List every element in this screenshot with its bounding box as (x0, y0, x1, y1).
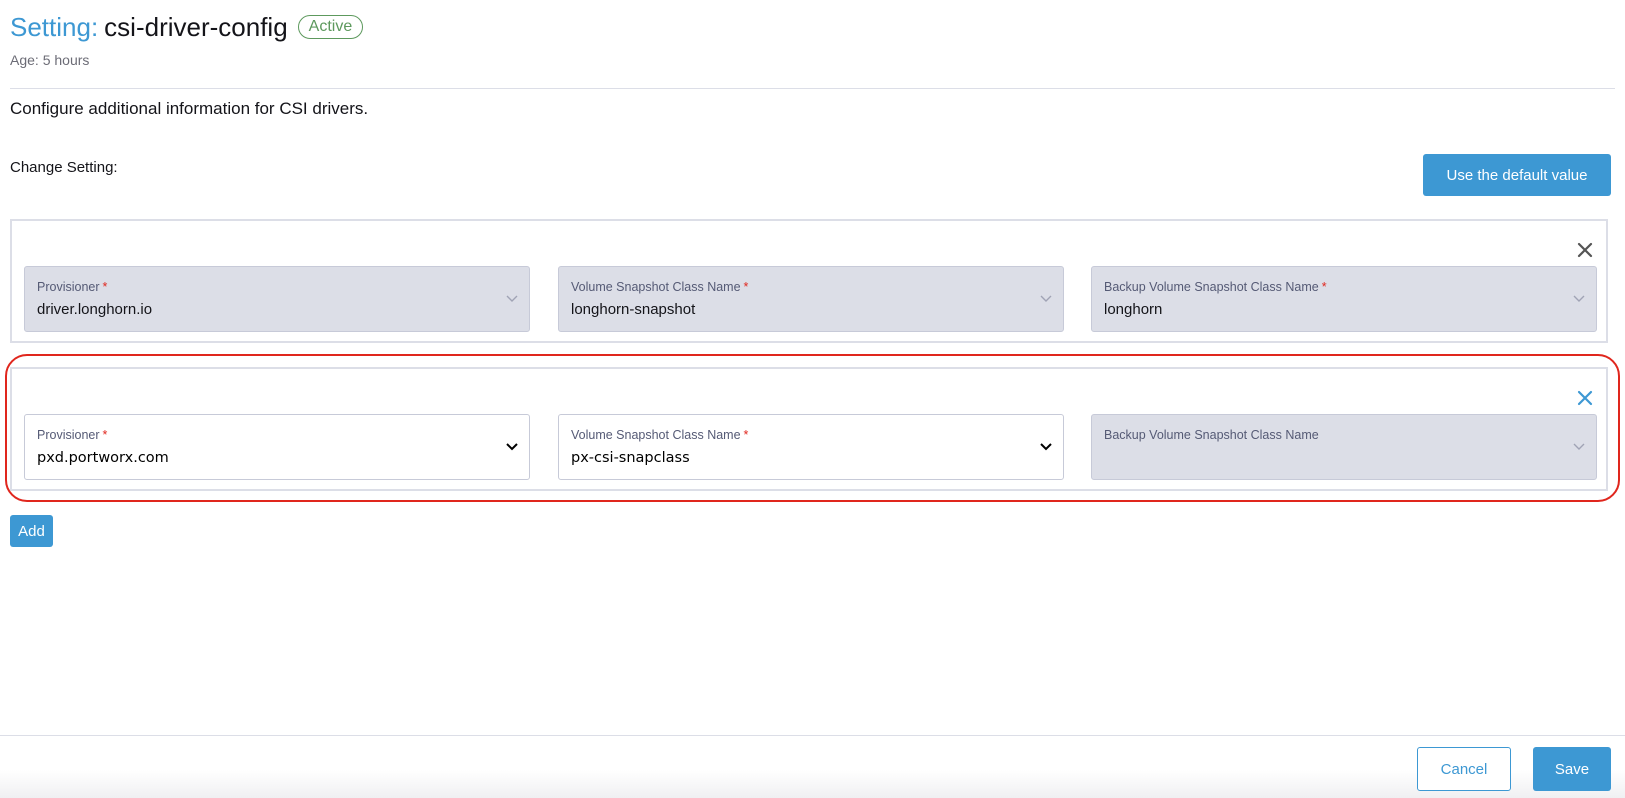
volume-snapshot-class-label: Volume Snapshot Class Name * (571, 280, 749, 294)
chevron-down-icon (1040, 295, 1052, 302)
status-badge: Active (297, 15, 364, 39)
required-marker: * (1321, 280, 1327, 294)
chevron-down-icon (1573, 443, 1585, 450)
driver-config-row: Provisioner * pxd.portworx.com Volume Sna… (10, 367, 1608, 491)
add-row-button[interactable]: Add (10, 515, 53, 547)
backup-volume-snapshot-class-select: Backup Volume Snapshot Class Name * longh… (1091, 266, 1597, 332)
chevron-down-icon (506, 295, 518, 302)
use-default-value-button[interactable]: Use the default value (1423, 154, 1611, 196)
provisioner-value: pxd.portworx.com (37, 450, 169, 466)
backup-volume-snapshot-class-label: Backup Volume Snapshot Class Name * (1104, 280, 1327, 294)
provisioner-label: Provisioner * (37, 428, 108, 442)
provisioner-label: Provisioner * (37, 280, 108, 294)
setting-description: Configure additional information for CSI… (10, 99, 369, 118)
remove-row-button[interactable] (1574, 387, 1596, 409)
volume-snapshot-class-select: Volume Snapshot Class Name * longhorn-sna… (558, 266, 1064, 332)
footer-divider (0, 735, 1625, 736)
chevron-down-icon (1040, 443, 1052, 451)
age-label: Age: 5 hours (10, 52, 90, 68)
backup-volume-snapshot-class-label: Backup Volume Snapshot Class Name (1104, 428, 1319, 442)
volume-snapshot-class-value: px-csi-snapclass (571, 450, 690, 466)
chevron-down-icon (506, 443, 518, 451)
page-title-prefix: Setting: (10, 11, 99, 42)
required-marker: * (102, 280, 108, 294)
chevron-down-icon (1573, 295, 1585, 302)
cancel-button[interactable]: Cancel (1417, 747, 1511, 791)
provisioner-select[interactable]: Provisioner * pxd.portworx.com (24, 414, 530, 480)
driver-config-row: Provisioner * driver.longhorn.io Volume S… (10, 219, 1608, 343)
remove-row-button[interactable] (1574, 239, 1596, 261)
volume-snapshot-class-select[interactable]: Volume Snapshot Class Name * px-csi-snapc… (558, 414, 1064, 480)
change-setting-label: Change Setting: (10, 159, 118, 176)
backup-volume-snapshot-class-value: longhorn (1104, 301, 1163, 318)
close-icon (1577, 390, 1593, 406)
backup-volume-snapshot-class-select: Backup Volume Snapshot Class Name (1091, 414, 1597, 480)
volume-snapshot-class-value: longhorn-snapshot (571, 301, 696, 318)
required-marker: * (102, 428, 108, 442)
header-divider (10, 88, 1615, 89)
save-button[interactable]: Save (1533, 747, 1611, 791)
footer-bar (0, 736, 1625, 798)
required-marker: * (743, 428, 749, 442)
close-icon (1577, 242, 1593, 258)
provisioner-value: driver.longhorn.io (37, 301, 153, 318)
required-marker: * (743, 280, 749, 294)
volume-snapshot-class-label: Volume Snapshot Class Name * (571, 428, 749, 442)
page-header: Setting: csi-driver-config Active (10, 10, 364, 44)
provisioner-select: Provisioner * driver.longhorn.io (24, 266, 530, 332)
page-title: csi-driver-config (104, 11, 288, 42)
